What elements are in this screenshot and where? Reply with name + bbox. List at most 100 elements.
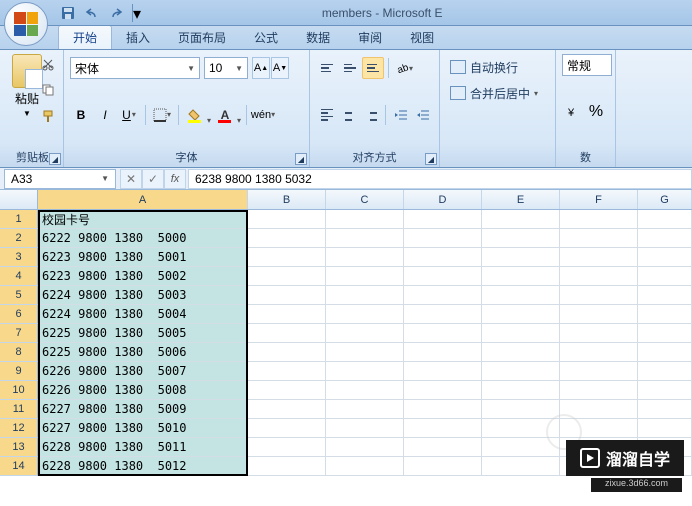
align-bottom-icon[interactable] xyxy=(362,57,384,79)
redo-icon[interactable] xyxy=(106,4,126,22)
cell[interactable] xyxy=(482,457,560,476)
cell[interactable] xyxy=(638,286,692,305)
cell[interactable]: 6225 9800 1380 5005 xyxy=(38,324,248,343)
cell[interactable] xyxy=(248,362,326,381)
cell[interactable] xyxy=(326,362,404,381)
cell[interactable] xyxy=(638,248,692,267)
cell[interactable] xyxy=(482,248,560,267)
cell[interactable] xyxy=(638,400,692,419)
cell[interactable] xyxy=(404,286,482,305)
cell[interactable]: 6224 9800 1380 5003 xyxy=(38,286,248,305)
cell[interactable] xyxy=(326,286,404,305)
row-header[interactable]: 6 xyxy=(0,305,38,324)
underline-button[interactable]: U▾ xyxy=(118,104,140,126)
cell[interactable] xyxy=(404,267,482,286)
cell[interactable] xyxy=(248,305,326,324)
cell[interactable] xyxy=(326,419,404,438)
cell[interactable] xyxy=(326,438,404,457)
column-header[interactable]: B xyxy=(248,190,326,209)
accept-formula-icon[interactable]: ✓ xyxy=(142,169,164,189)
row-header[interactable]: 2 xyxy=(0,229,38,248)
clipboard-launcher[interactable]: ◢ xyxy=(49,153,61,165)
cell[interactable] xyxy=(326,267,404,286)
row-header[interactable]: 1 xyxy=(0,210,38,229)
column-header[interactable]: A xyxy=(38,190,248,209)
align-right-icon[interactable] xyxy=(360,104,381,126)
cell[interactable] xyxy=(638,419,692,438)
qat-dropdown-icon[interactable]: ▾ xyxy=(132,4,138,22)
cell[interactable] xyxy=(482,267,560,286)
cell[interactable] xyxy=(326,400,404,419)
cell[interactable] xyxy=(248,286,326,305)
cell[interactable] xyxy=(404,248,482,267)
column-header[interactable]: G xyxy=(638,190,692,209)
cell[interactable] xyxy=(560,267,638,286)
cell[interactable]: 6226 9800 1380 5008 xyxy=(38,381,248,400)
font-size-select[interactable]: 10▼ xyxy=(204,57,248,79)
cell[interactable] xyxy=(560,343,638,362)
cell[interactable]: 6228 9800 1380 5011 xyxy=(38,438,248,457)
decrease-font-icon[interactable]: A▼ xyxy=(271,57,289,79)
cell[interactable] xyxy=(482,305,560,324)
cell[interactable]: 6223 9800 1380 5001 xyxy=(38,248,248,267)
cell[interactable] xyxy=(638,305,692,324)
row-header[interactable]: 12 xyxy=(0,419,38,438)
cell[interactable] xyxy=(248,210,326,229)
cell[interactable] xyxy=(482,400,560,419)
cell[interactable] xyxy=(404,438,482,457)
tab-formulas[interactable]: 公式 xyxy=(240,26,292,49)
cell[interactable]: 6225 9800 1380 5006 xyxy=(38,343,248,362)
cell[interactable] xyxy=(638,381,692,400)
tab-review[interactable]: 审阅 xyxy=(344,26,396,49)
cell[interactable] xyxy=(482,229,560,248)
cell[interactable] xyxy=(248,324,326,343)
cell[interactable] xyxy=(560,362,638,381)
cell[interactable] xyxy=(326,343,404,362)
cell[interactable] xyxy=(560,324,638,343)
align-left-icon[interactable] xyxy=(316,104,337,126)
align-top-icon[interactable] xyxy=(316,57,338,79)
cell[interactable] xyxy=(638,343,692,362)
percent-icon[interactable]: % xyxy=(585,101,607,123)
wrap-text-button[interactable]: 自动换行 xyxy=(446,54,549,80)
cell[interactable] xyxy=(638,210,692,229)
fx-button[interactable]: fx xyxy=(164,169,186,189)
column-header[interactable]: C xyxy=(326,190,404,209)
cell[interactable] xyxy=(560,229,638,248)
cell[interactable] xyxy=(404,400,482,419)
cell[interactable] xyxy=(482,362,560,381)
cell[interactable] xyxy=(560,305,638,324)
cell[interactable] xyxy=(248,419,326,438)
cell[interactable] xyxy=(482,343,560,362)
merge-center-button[interactable]: 合并后居中▾ xyxy=(446,80,549,106)
cell[interactable] xyxy=(248,229,326,248)
increase-indent-icon[interactable] xyxy=(412,104,433,126)
number-format-select[interactable]: 常规 xyxy=(562,54,612,76)
orientation-icon[interactable]: ab▾ xyxy=(393,57,415,79)
tab-home[interactable]: 开始 xyxy=(58,25,112,49)
row-header[interactable]: 14 xyxy=(0,457,38,476)
tab-page-layout[interactable]: 页面布局 xyxy=(164,26,240,49)
cell[interactable] xyxy=(248,400,326,419)
row-header[interactable]: 8 xyxy=(0,343,38,362)
select-all-corner[interactable] xyxy=(0,190,38,209)
cell[interactable]: 6224 9800 1380 5004 xyxy=(38,305,248,324)
cell[interactable] xyxy=(404,210,482,229)
column-header[interactable]: F xyxy=(560,190,638,209)
cell[interactable] xyxy=(638,229,692,248)
cell[interactable]: 校园卡号 xyxy=(38,210,248,229)
cell[interactable] xyxy=(482,381,560,400)
cell[interactable] xyxy=(560,381,638,400)
italic-button[interactable]: I xyxy=(94,104,116,126)
tab-insert[interactable]: 插入 xyxy=(112,26,164,49)
cell[interactable]: 6223 9800 1380 5002 xyxy=(38,267,248,286)
cell[interactable] xyxy=(638,362,692,381)
cell[interactable] xyxy=(248,438,326,457)
fill-color-button[interactable]: ▾ xyxy=(184,104,206,126)
bold-button[interactable]: B xyxy=(70,104,92,126)
cell[interactable]: 6227 9800 1380 5010 xyxy=(38,419,248,438)
cell[interactable] xyxy=(560,248,638,267)
row-header[interactable]: 3 xyxy=(0,248,38,267)
cell[interactable] xyxy=(404,305,482,324)
cell[interactable] xyxy=(404,381,482,400)
